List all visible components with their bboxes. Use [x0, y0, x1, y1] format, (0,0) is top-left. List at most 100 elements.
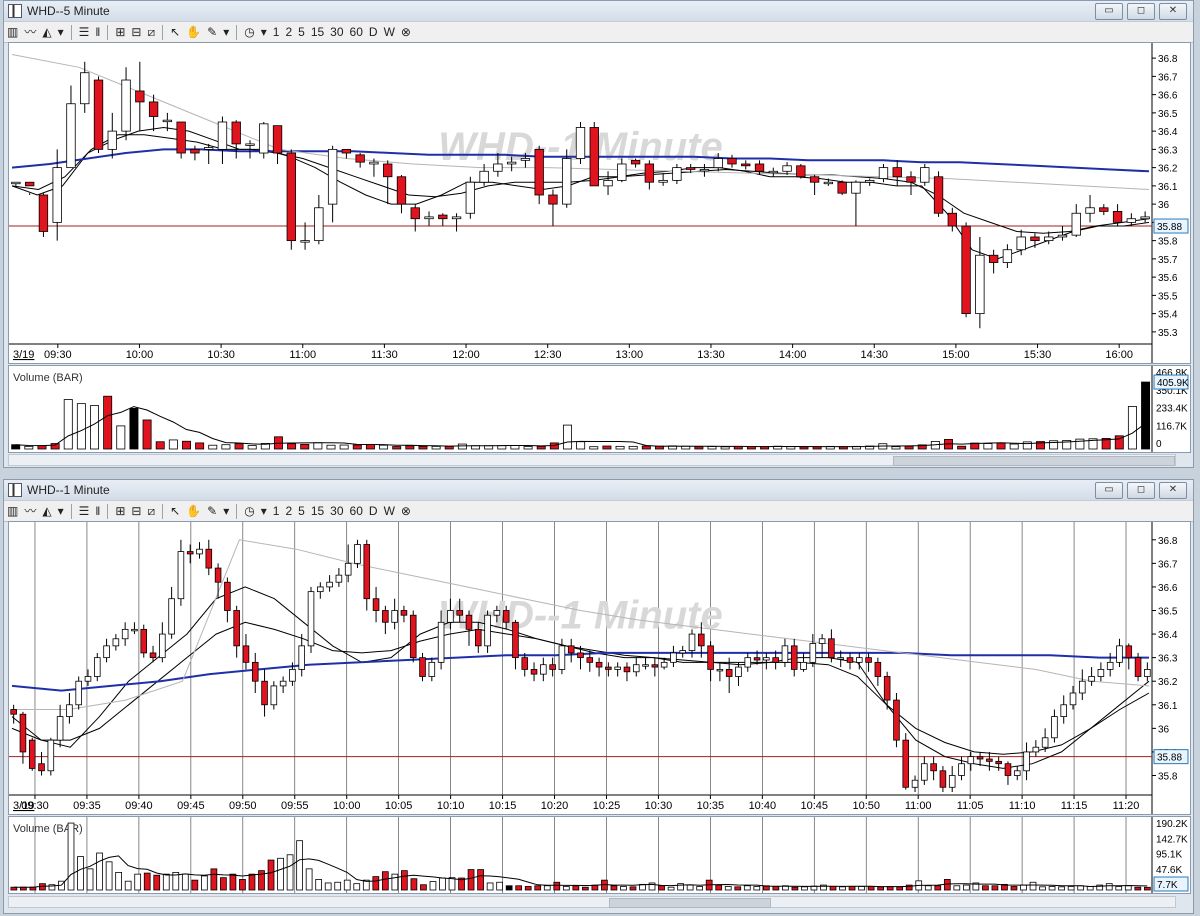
cursor-icon[interactable]: ↖: [167, 502, 183, 520]
dropdown-icon[interactable]: ▾: [220, 23, 232, 41]
minimize-button[interactable]: ▭: [1095, 482, 1123, 499]
horizontal-scrollbar[interactable]: [8, 454, 1176, 466]
period-button-2[interactable]: 2: [282, 502, 295, 520]
volume-chart[interactable]: Volume (BAR) 466.8K350.1K233.4K116.7K0405…: [9, 366, 1190, 452]
dropdown-icon[interactable]: ▾: [55, 502, 67, 520]
volume-bar: [602, 445, 612, 450]
price-chart-panel[interactable]: 09:30 09:35 09:40 09:45 09:50 09:55 10:00 10:05…: [8, 521, 1191, 815]
period-button-W[interactable]: W: [381, 502, 398, 520]
period-button-30[interactable]: 30: [327, 23, 346, 41]
hand-icon[interactable]: ✋: [183, 23, 204, 41]
period-button-60[interactable]: 60: [347, 23, 366, 41]
volume-bar: [1124, 885, 1132, 891]
price-chart[interactable]: 09:30 10:00 10:30 11:00 11:30 12:00 12:30 13:00…: [9, 43, 1190, 363]
volume-chart-panel[interactable]: Volume (BAR) 466.8K 350.1K 233.4K 116.7K 0 405…: [8, 365, 1191, 453]
period-button-5[interactable]: 5: [295, 23, 308, 41]
dropdown-icon[interactable]: ▾: [258, 502, 270, 520]
candle-body: [66, 103, 76, 169]
close-button[interactable]: ✕: [1159, 482, 1187, 499]
date-label: 3/19: [13, 349, 34, 361]
period-button-1[interactable]: 1: [270, 502, 283, 520]
candle-body: [837, 181, 847, 194]
clock-icon[interactable]: ◷: [241, 502, 257, 520]
vbars-icon[interactable]: ‖: [92, 23, 103, 41]
period-button-5[interactable]: 5: [295, 502, 308, 520]
line-icon[interactable]: 〰: [21, 23, 39, 41]
volume-bar: [420, 884, 427, 891]
autoscale-icon[interactable]: ⧄: [144, 23, 158, 41]
time-tick-label: 12:00: [452, 349, 480, 361]
zoom-out-icon[interactable]: ⊟: [128, 23, 144, 41]
volume-bar: [963, 884, 970, 891]
period-button-2[interactable]: 2: [282, 23, 295, 41]
maximize-button[interactable]: ◻: [1127, 482, 1155, 499]
price-chart[interactable]: 09:30 09:35 09:40 09:45 09:50 09:55 10:00 10:05…: [9, 522, 1190, 814]
period-button-15[interactable]: 15: [308, 502, 327, 520]
clock-icon[interactable]: ◷: [241, 23, 257, 41]
candle-body: [744, 657, 752, 668]
volume-bar: [381, 871, 389, 891]
toolbar-separator: [162, 503, 164, 519]
dropdown-icon[interactable]: ▾: [258, 23, 270, 41]
candle-body: [131, 628, 138, 632]
candle-body: [231, 121, 241, 145]
zoom-in-icon[interactable]: ⊞: [112, 502, 128, 520]
hlines-icon[interactable]: ☰: [76, 23, 93, 41]
volume-bar: [694, 446, 704, 450]
period-button-1[interactable]: 1: [270, 23, 283, 41]
period-button-60[interactable]: 60: [347, 502, 366, 520]
time-tick-label: 10:10: [437, 800, 465, 812]
candle-body: [1069, 692, 1077, 706]
chart-window-1min[interactable]: WHD--1 Minute ▭ ◻ ✕ ▥ 〰 ◭ ▾ ☰ ‖ ⊞ ⊟ ⧄ ↖ ✋ ✎ ▾ ◷ ▾ 1 2 5 15…: [3, 479, 1194, 914]
close-button[interactable]: ✕: [1159, 3, 1187, 20]
hand-icon[interactable]: ✋: [183, 502, 204, 520]
pencil-icon[interactable]: ✎: [204, 23, 220, 41]
volume-bar: [457, 443, 467, 450]
period-button-D[interactable]: D: [366, 23, 381, 41]
horizontal-scrollbar[interactable]: [8, 896, 1176, 908]
volume-bar: [553, 881, 561, 891]
close-chart-icon[interactable]: ⊗: [398, 23, 414, 41]
chart-window-5min[interactable]: WHD--5 Minute ▭ ◻ ✕ ▥ 〰 ◭ ▾ ☰ ‖ ⊞ ⊟ ⧄ ↖ ✋ ✎ ▾ ◷ ▾ 1 2 5 15…: [3, 0, 1194, 468]
autoscale-icon[interactable]: ⧄: [144, 502, 158, 520]
title-bar[interactable]: WHD--5 Minute ▭ ◻ ✕: [4, 1, 1193, 21]
bar-icon[interactable]: ▥: [4, 23, 21, 41]
close-chart-icon[interactable]: ⊗: [398, 502, 414, 520]
volume-bar: [1048, 886, 1056, 891]
volume-bar: [786, 446, 796, 450]
volume-chart[interactable]: Volume (BAR)190.2K142.7K95.1K47.6K7.7K7.…: [9, 817, 1190, 893]
candle-body: [865, 657, 872, 663]
title-bar[interactable]: WHD--1 Minute ▭ ◻ ✕: [4, 480, 1193, 500]
candle-body: [988, 254, 999, 263]
candle-body: [911, 779, 919, 788]
candle-body: [754, 163, 765, 172]
price-chart-panel[interactable]: 09:30 10:00 10:30 11:00 11:30 12:00 12:30 13:00…: [8, 42, 1191, 364]
volume-chart-panel[interactable]: Volume (BAR)190.2K142.7K95.1K47.6K7.7K7.…: [8, 816, 1191, 894]
period-button-15[interactable]: 15: [308, 23, 327, 41]
area-icon[interactable]: ◭: [39, 502, 54, 520]
volume-bar: [334, 881, 342, 891]
area-icon[interactable]: ◭: [39, 23, 54, 41]
vbars-icon[interactable]: ‖: [92, 502, 103, 520]
scrollbar-thumb[interactable]: [609, 898, 771, 908]
pencil-icon[interactable]: ✎: [204, 502, 220, 520]
volume-bar: [1075, 438, 1085, 450]
line-icon[interactable]: 〰: [21, 502, 39, 520]
dropdown-icon[interactable]: ▾: [55, 23, 67, 41]
maximize-button[interactable]: ◻: [1127, 3, 1155, 20]
minimize-button[interactable]: ▭: [1095, 3, 1123, 20]
zoom-in-icon[interactable]: ⊞: [112, 23, 128, 41]
period-button-W[interactable]: W: [381, 23, 398, 41]
volume-bar: [221, 444, 231, 450]
hlines-icon[interactable]: ☰: [76, 502, 93, 520]
period-button-30[interactable]: 30: [327, 502, 346, 520]
bar-icon[interactable]: ▥: [4, 502, 21, 520]
price-tick-label: 36.8: [1158, 54, 1178, 65]
volume-bar: [1029, 881, 1037, 891]
cursor-icon[interactable]: ↖: [167, 23, 183, 41]
period-button-D[interactable]: D: [366, 502, 381, 520]
scrollbar-thumb[interactable]: [893, 456, 1175, 466]
zoom-out-icon[interactable]: ⊟: [128, 502, 144, 520]
dropdown-icon[interactable]: ▾: [220, 502, 232, 520]
candle-body: [159, 633, 166, 659]
